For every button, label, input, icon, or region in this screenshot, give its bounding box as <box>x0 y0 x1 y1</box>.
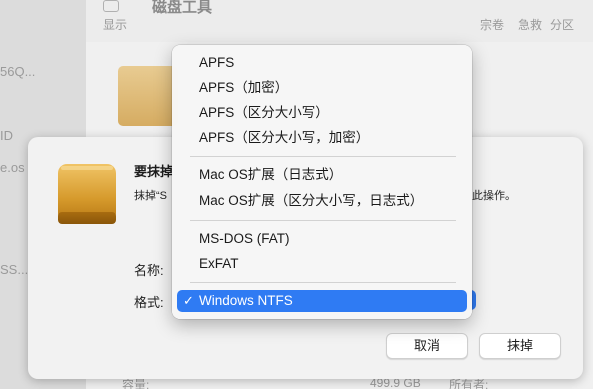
sidebar-item-fragment: e.os <box>0 160 25 175</box>
menu-item-label: Mac OS扩展（日志式） <box>199 167 343 182</box>
partition-button[interactable]: 分区 <box>550 16 574 33</box>
menu-item-ms-dos-fat[interactable]: MS-DOS (FAT) <box>177 228 467 250</box>
format-menu: APFS APFS（加密） APFS（区分大小写） APFS（区分大小写，加密）… <box>172 45 472 319</box>
erase-button[interactable]: 抹掉 <box>479 333 561 359</box>
menu-item-apfs[interactable]: APFS <box>177 52 467 74</box>
menu-item-apfs-case-sensitive[interactable]: APFS（区分大小写） <box>177 102 467 124</box>
external-drive-icon <box>58 164 116 224</box>
menu-separator <box>190 156 456 157</box>
menu-separator <box>190 282 456 283</box>
checkmark-icon: ✓ <box>183 293 194 308</box>
window-title: 磁盘工具 <box>152 0 213 16</box>
menu-item-label: APFS（加密） <box>199 80 289 95</box>
format-label: 格式: <box>134 295 164 310</box>
menu-item-label: MS-DOS (FAT) <box>199 231 290 246</box>
menu-item-label: Mac OS扩展（区分大小写，日志式） <box>199 193 424 208</box>
menu-separator <box>190 220 456 221</box>
menu-item-label: APFS（区分大小写） <box>199 105 329 120</box>
sidebar-item-fragment[interactable]: SS... <box>0 262 28 277</box>
menu-item-mac-os-extended-case-sensitive-journaled[interactable]: Mac OS扩展（区分大小写，日志式） <box>177 190 467 212</box>
name-label: 名称: <box>134 263 164 278</box>
menu-item-label: APFS（区分大小写，加密） <box>199 130 370 145</box>
menu-item-label: ExFAT <box>199 256 239 271</box>
menu-item-label: APFS <box>199 55 235 70</box>
sidebar-item-fragment: ID <box>0 128 13 143</box>
sidebar-item-fragment[interactable]: 56Q... <box>0 64 35 79</box>
menu-item-exfat[interactable]: ExFAT <box>177 253 467 275</box>
drive-icon <box>118 66 178 126</box>
dialog-title: 要抹掉 <box>134 164 174 179</box>
menu-item-apfs-encrypted[interactable]: APFS（加密） <box>177 77 467 99</box>
menu-item-label: Windows NTFS <box>199 293 293 308</box>
menu-item-apfs-case-sensitive-encrypted[interactable]: APFS（区分大小写，加密） <box>177 127 467 149</box>
first-aid-button[interactable]: 急救 <box>518 16 542 33</box>
cancel-button[interactable]: 取消 <box>386 333 468 359</box>
dialog-message-tail: 此操作。 <box>472 190 516 202</box>
sidebar-toggle-icon[interactable] <box>103 0 119 12</box>
menu-item-mac-os-extended-journaled[interactable]: Mac OS扩展（日志式） <box>177 164 467 186</box>
view-button[interactable]: 显示 <box>103 16 127 33</box>
dialog-message: 抹掉“S <box>134 190 167 202</box>
volume-button[interactable]: 宗卷 <box>480 16 504 33</box>
menu-item-windows-ntfs[interactable]: ✓ Windows NTFS <box>177 290 467 312</box>
